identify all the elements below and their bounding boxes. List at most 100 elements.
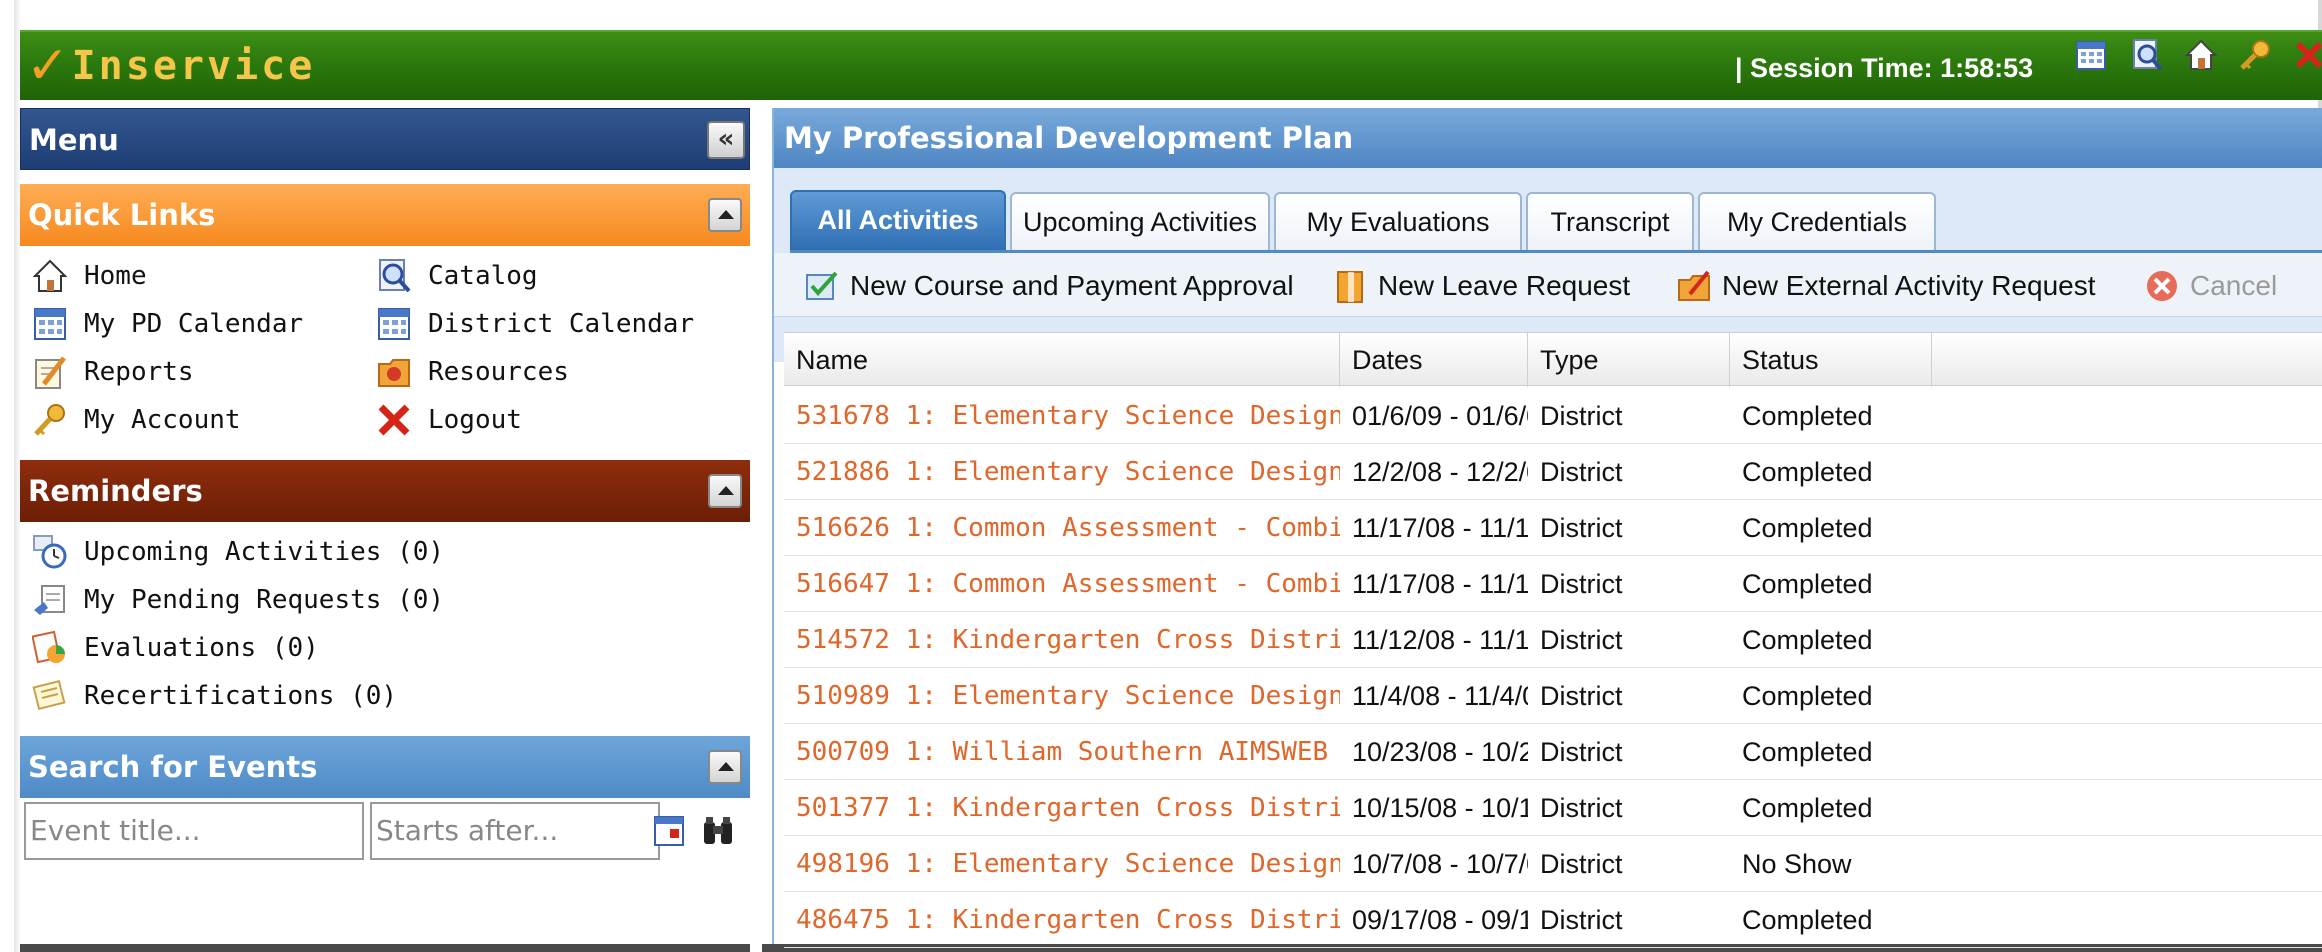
quick-link-label: Resources [428,357,569,387]
pending-requests-icon [34,585,65,615]
quick-link-reports[interactable]: Reports [32,350,194,394]
cell-type: District [1540,625,1623,655]
table-row[interactable]: 486475 1: Kindergarten Cross District Me… [784,892,2322,948]
quick-link-logout[interactable]: Logout [376,398,522,442]
cell-dates: 10/7/08 - 10/7/08 [1352,849,1528,879]
collapse-sidebar-button[interactable]: « [707,121,745,159]
binoculars-search-icon[interactable] [700,814,736,848]
catalog-search-icon[interactable] [2130,38,2164,72]
cell-dates: 09/17/08 - 09/17/08 [1352,905,1528,935]
reminder-label: Upcoming Activities (0) [84,537,445,567]
logout-icon [378,404,410,436]
clock-icon [33,535,67,569]
toolbar-label: New Leave Request [1378,270,1631,301]
window-frame-left [0,0,20,952]
table-row[interactable]: 531678 1: Elementary Science Design Team… [784,388,2322,444]
cell-name[interactable]: 500709 1: William Southern AIMSWEB Inter… [784,724,1340,780]
cell-name[interactable]: 516626 1: Common Assessment - Combined S… [784,500,1340,556]
quick-link-resources[interactable]: Resources [376,350,569,394]
key-icon [34,404,65,436]
home-icon [32,259,68,292]
starts-after-input[interactable]: Starts after... [370,802,660,860]
cell-status: Completed [1742,513,1873,543]
cell-name[interactable]: 501377 1: Kindergarten Cross District Me… [784,780,1340,836]
app-header: ✓ Inservice | Session Time: 1:58:53 [20,30,2322,100]
reminder-evaluations[interactable]: Evaluations (0) [32,626,319,670]
tab-my-credentials[interactable]: My Credentials [1698,192,1936,250]
panel-divider[interactable] [750,100,762,952]
cancel-icon [2147,271,2177,301]
column-header-dates[interactable]: Dates [1340,333,1528,387]
cell-name[interactable]: 514572 1: Kindergarten Cross District Gr… [784,612,1340,668]
toolbar-label: New External Activity Request [1722,270,2096,301]
quick-link-my-pd-calendar[interactable]: My PD Calendar [32,302,303,346]
cell-name[interactable]: 521886 1: Elementary Science Design Team… [784,444,1340,500]
tab-upcoming-activities[interactable]: Upcoming Activities [1010,192,1270,250]
table-row[interactable]: 516647 1: Common Assessment - Combined S… [784,556,2322,612]
cell-status: Completed [1742,737,1873,767]
column-header-status[interactable]: Status [1730,333,1932,387]
cell-name[interactable]: 486475 1: Kindergarten Cross District Me… [784,892,1340,948]
column-header-name[interactable]: Name [784,333,1340,387]
toolbar-label: Cancel [2190,270,2278,301]
quick-link-my-account[interactable]: My Account [32,398,241,442]
recertifications-icon [32,679,66,711]
resources-icon [378,359,410,387]
search-events-title: Search for Events [28,750,318,784]
tab-my-evaluations[interactable]: My Evaluations [1274,192,1522,250]
cell-name[interactable]: 516647 1: Common Assessment - Combined S… [784,556,1340,612]
cell-dates: 11/17/08 - 11/17/08 [1352,513,1528,543]
cell-name[interactable]: 498196 1: Elementary Science Design Team… [784,836,1340,892]
quick-link-catalog[interactable]: Catalog [376,254,538,298]
new-leave-icon [1337,271,1363,303]
table-row[interactable]: 521886 1: Elementary Science Design Team… [784,444,2322,500]
table-row[interactable]: 510989 1: Elementary Science Design Team… [784,668,2322,724]
search-events-collapse-button[interactable] [708,750,742,784]
tab-all-activities[interactable]: All Activities [790,190,1006,250]
new-external-activity-icon [1678,270,1710,301]
cell-type: District [1540,457,1623,487]
tab-transcript[interactable]: Transcript [1526,192,1694,250]
home-icon[interactable] [2184,38,2218,72]
new-course-icon [806,271,838,300]
table-row[interactable]: 516626 1: Common Assessment - Combined S… [784,500,2322,556]
app-logo[interactable]: ✓ Inservice [26,36,315,96]
reminder-pending-requests[interactable]: My Pending Requests (0) [32,578,444,622]
reminder-upcoming-activities[interactable]: Upcoming Activities (0) [32,530,444,574]
date-picker-icon[interactable] [652,814,686,848]
table-row[interactable]: 501377 1: Kindergarten Cross District Me… [784,780,2322,836]
cell-status: Completed [1742,681,1873,711]
logout-icon[interactable] [2294,38,2322,72]
table-row[interactable]: 498196 1: Elementary Science Design Team… [784,836,2322,892]
cell-name[interactable]: 531678 1: Elementary Science Design Team… [784,388,1340,444]
cell-type: District [1540,793,1623,823]
table-row[interactable]: 514572 1: Kindergarten Cross District Gr… [784,612,2322,668]
cell-status: Completed [1742,569,1873,599]
event-title-input[interactable]: Event title... [24,802,364,860]
menu-header: Menu « [20,108,750,170]
quick-link-home[interactable]: Home [32,254,147,298]
quick-link-label: Catalog [428,261,538,291]
cell-dates: 11/17/08 - 11/17/08 [1352,569,1528,599]
key-icon[interactable] [2238,38,2272,72]
cell-type: District [1540,513,1623,543]
cell-name[interactable]: 510989 1: Elementary Science Design Team… [784,668,1340,724]
checkmark-logo-icon: ✓ [26,36,70,96]
reminders-collapse-button[interactable] [708,474,742,508]
cancel-button[interactable]: Cancel [2144,265,2277,307]
quick-link-district-calendar[interactable]: District Calendar [376,302,694,346]
quick-link-label: District Calendar [428,309,695,339]
reminders-header: Reminders [20,460,750,522]
new-course-payment-approval-button[interactable]: New Course and Payment Approval [804,265,1294,307]
cell-dates: 01/6/09 - 01/6/09 [1352,401,1528,431]
table-row[interactable]: 500709 1: William Southern AIMSWEB Inter… [784,724,2322,780]
quick-link-label: My Account [84,405,241,435]
calendar-icon[interactable] [2074,38,2108,72]
new-external-activity-request-button[interactable]: New External Activity Request [1676,265,2096,307]
quick-links-collapse-button[interactable] [708,198,742,232]
new-leave-request-button[interactable]: New Leave Request [1332,265,1630,307]
column-header-type[interactable]: Type [1528,333,1730,387]
panel-title: My Professional Development Plan [774,108,2322,168]
cell-status: Completed [1742,905,1873,935]
reminder-recertifications[interactable]: Recertifications (0) [32,674,397,718]
